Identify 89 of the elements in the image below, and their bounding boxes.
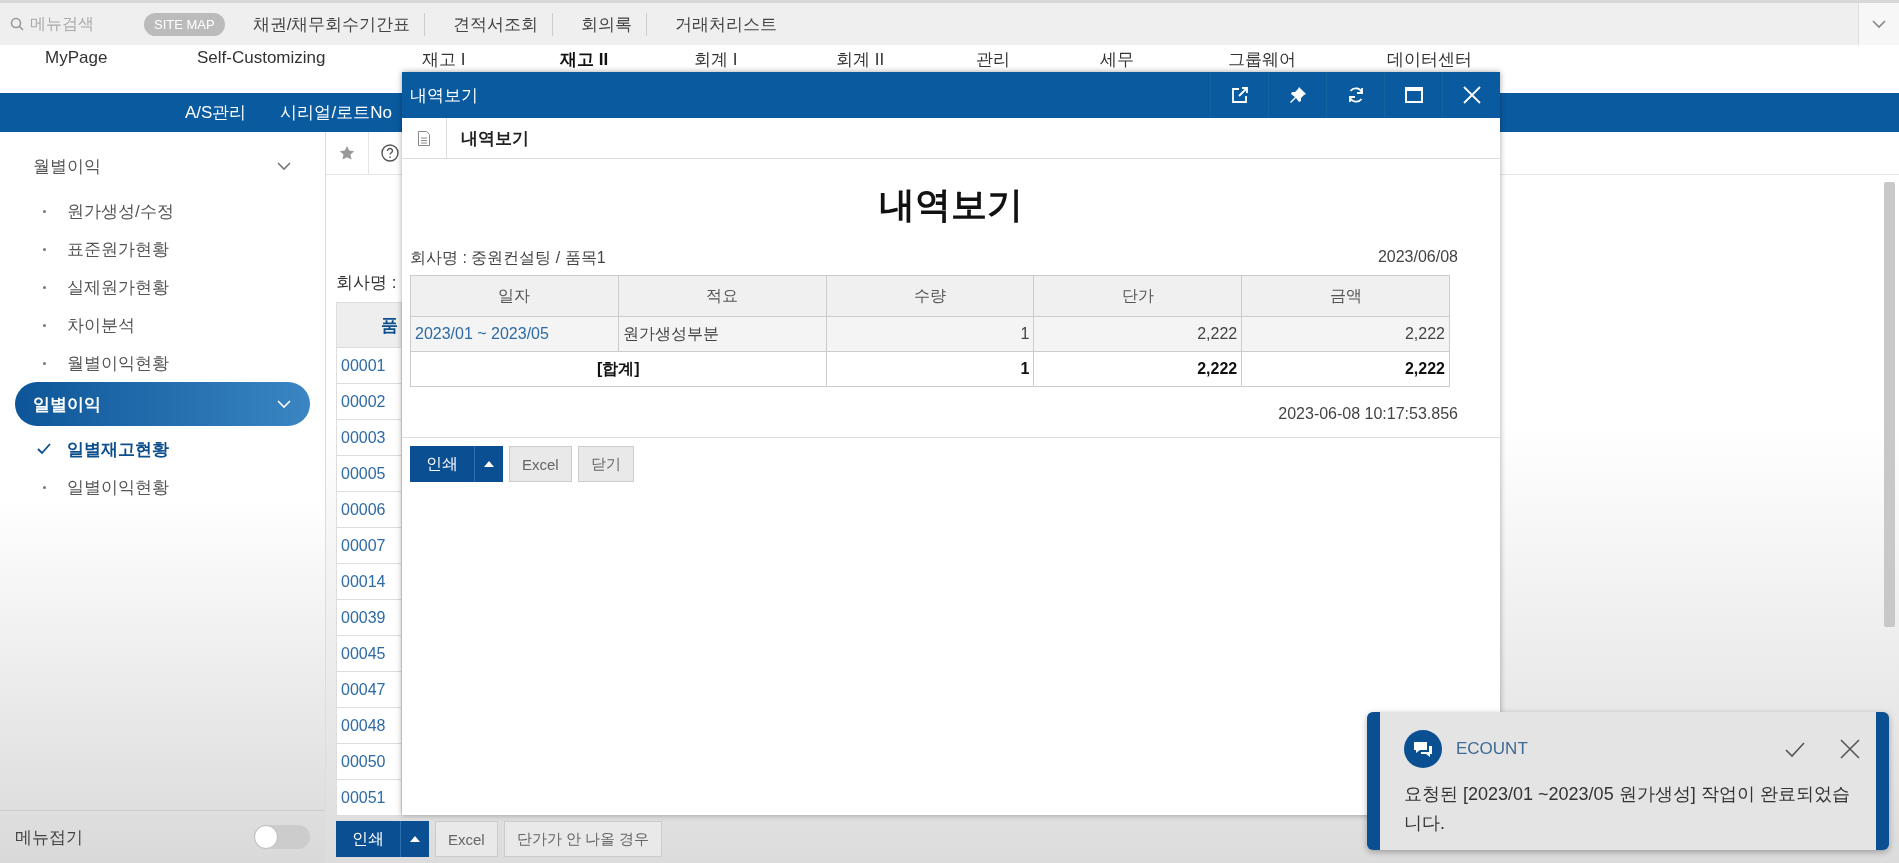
- company-label: 회사명 :: [336, 272, 397, 294]
- nav-menu-item[interactable]: 그룹웨어: [1228, 48, 1296, 71]
- print-button[interactable]: 인쇄: [336, 821, 429, 857]
- popout-icon: [1230, 86, 1249, 104]
- window-title: 내역보기: [410, 84, 479, 107]
- toolbar-button[interactable]: 단가가 안 나올 경우: [503, 821, 663, 857]
- sub-menu-item[interactable]: 시리얼/로트No: [280, 101, 392, 124]
- table-cell[interactable]: 00051: [336, 779, 402, 816]
- scrollbar[interactable]: [1884, 182, 1895, 627]
- maximize-icon: [1404, 87, 1423, 103]
- quick-link[interactable]: 견적서조회: [439, 12, 554, 36]
- refresh-icon: [1346, 86, 1365, 104]
- table-cell[interactable]: 00001: [336, 347, 402, 384]
- table-cell[interactable]: 00048: [336, 707, 402, 744]
- chevron-down-icon[interactable]: [1871, 17, 1887, 31]
- toggle-switch[interactable]: [254, 825, 310, 849]
- nav-menu-item[interactable]: 세무: [1100, 48, 1134, 71]
- nav-menu-item[interactable]: 데이터센터: [1387, 48, 1472, 71]
- nav-menu-item[interactable]: 재고 I: [422, 48, 466, 71]
- document-icon: [418, 130, 430, 146]
- nav-menu-item[interactable]: 재고 II: [560, 48, 609, 71]
- notification-title: ECOUNT: [1456, 739, 1529, 759]
- sub-menu-item[interactable]: A/S관리: [185, 101, 247, 124]
- close-button[interactable]: [1840, 739, 1860, 759]
- menu-item[interactable]: 차이분석: [67, 313, 135, 337]
- chevron-down-icon: [276, 159, 292, 173]
- table-cell[interactable]: 00045: [336, 635, 402, 672]
- quick-link[interactable]: 거래처리스트: [661, 12, 792, 36]
- table-cell[interactable]: 00002: [336, 383, 402, 420]
- nav-menu-item[interactable]: 회계 I: [694, 48, 738, 71]
- caret-icon: [410, 836, 420, 842]
- nav-menu-item[interactable]: 관리: [976, 48, 1010, 71]
- column-header: 적요: [618, 275, 827, 317]
- menu-item[interactable]: 실제원가현황: [67, 275, 169, 299]
- collapse-menu-label: 메뉴접기: [15, 826, 83, 849]
- column-header: 금액: [1241, 275, 1450, 317]
- close-button[interactable]: 닫기: [577, 446, 634, 482]
- toolbar-button[interactable]: Excel: [435, 821, 498, 857]
- column-header: 품: [336, 302, 402, 348]
- quick-link[interactable]: 채권/채무회수기간표: [238, 12, 426, 36]
- chevron-down-icon: [276, 397, 292, 411]
- tab-title[interactable]: 내역보기: [447, 126, 529, 150]
- table-cell[interactable]: 2023/01 ~ 2023/05: [410, 316, 619, 352]
- timestamp: 2023-06-08 10:17:53.856: [1277, 405, 1458, 423]
- search-field[interactable]: 메뉴검색: [10, 14, 130, 34]
- chat-icon: [1404, 730, 1442, 768]
- table-cell[interactable]: 00006: [336, 491, 402, 528]
- table-cell[interactable]: 00007: [336, 527, 402, 564]
- menu-item[interactable]: 원가생성/수정: [67, 199, 174, 223]
- table-cell: [합계]: [410, 351, 827, 387]
- report-heading: 내역보기: [878, 183, 1024, 227]
- column-header: 일자: [410, 275, 619, 317]
- menu-group[interactable]: 월별이익: [15, 144, 310, 188]
- menu-item[interactable]: 일별이익현황: [67, 475, 169, 499]
- column-header: 단가: [1033, 275, 1242, 317]
- print-button[interactable]: 인쇄: [410, 446, 503, 482]
- table-cell: 1: [826, 316, 1034, 352]
- report-date: 2023/06/08: [1377, 248, 1458, 267]
- table-cell[interactable]: 00005: [336, 455, 402, 492]
- table-cell: 2,222: [1241, 316, 1450, 352]
- company-label: 회사명 : 중원컨설팅 / 품목1: [410, 248, 606, 268]
- table-cell: 2,222: [1241, 351, 1450, 387]
- nav-menu-item[interactable]: MyPage: [45, 48, 108, 68]
- menu-item[interactable]: 월별이익현황: [67, 351, 169, 375]
- confirm-button[interactable]: [1784, 740, 1806, 758]
- column-header: 수량: [826, 275, 1034, 317]
- quick-link[interactable]: 회의록: [567, 12, 648, 36]
- table-cell[interactable]: 00039: [336, 599, 402, 636]
- table-cell: 원가생성부분: [618, 316, 827, 352]
- table-cell[interactable]: 00003: [336, 419, 402, 456]
- nav-menu-item[interactable]: Self-Customizing: [197, 48, 326, 68]
- pin-icon: [1288, 86, 1307, 104]
- menu-group[interactable]: 일별이익: [15, 382, 310, 426]
- table-cell: 2,222: [1033, 316, 1242, 352]
- caret-icon: [484, 461, 494, 467]
- nav-menu-item[interactable]: 회계 II: [836, 48, 885, 71]
- table-cell[interactable]: 00050: [336, 743, 402, 780]
- table-cell: 2,222: [1033, 351, 1242, 387]
- star-icon[interactable]: [339, 145, 355, 161]
- table-cell[interactable]: 00047: [336, 671, 402, 708]
- table-cell[interactable]: 00014: [336, 563, 402, 600]
- table-cell: 1: [826, 351, 1034, 387]
- notification-message: 요청된 [2023/01 ~2023/05 원가생성] 작업이 완료되었습니다.: [1404, 783, 1851, 835]
- search-icon: [10, 17, 24, 31]
- menu-item[interactable]: 표준원가현황: [67, 237, 169, 261]
- help-icon[interactable]: [381, 144, 399, 162]
- menu-item[interactable]: 일별재고현황: [67, 437, 169, 461]
- excel-button[interactable]: Excel: [509, 446, 572, 482]
- close-icon: [1462, 86, 1481, 104]
